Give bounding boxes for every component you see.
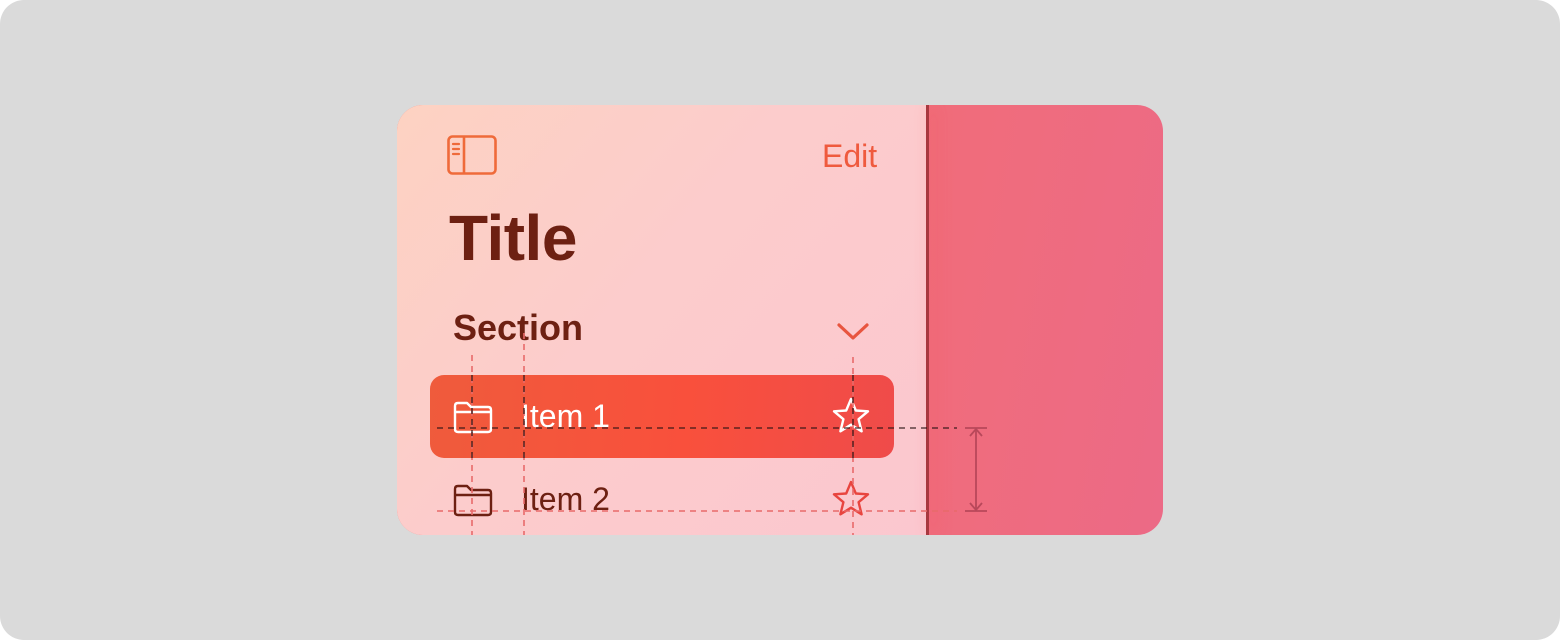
section-toggle[interactable] [835, 319, 871, 343]
list-item-label: Item 2 [521, 481, 610, 517]
sidebar-toggle-button[interactable] [447, 135, 497, 175]
canvas-background: Edit Title Section Item 1 Item 2 [0, 0, 1560, 640]
section-header[interactable]: Section [453, 307, 583, 349]
spacing-indicator [965, 427, 987, 512]
sidebar: Edit Title Section Item 1 Item 2 [397, 105, 927, 535]
list-item[interactable]: Item 2 [430, 458, 894, 535]
page-title: Title [449, 202, 577, 274]
split-divider[interactable] [926, 105, 929, 535]
list-item-selected[interactable]: Item 1 [430, 375, 894, 458]
star-icon[interactable] [831, 396, 871, 436]
chevron-down-icon [837, 323, 869, 340]
folder-icon [453, 401, 493, 434]
list-item-label: Item 1 [521, 398, 610, 434]
split-view-window: Edit Title Section Item 1 Item 2 [397, 105, 1163, 535]
sidebar-icon [447, 135, 497, 175]
edit-button[interactable]: Edit [822, 135, 877, 177]
folder-icon [453, 484, 493, 517]
star-icon[interactable] [831, 479, 871, 519]
